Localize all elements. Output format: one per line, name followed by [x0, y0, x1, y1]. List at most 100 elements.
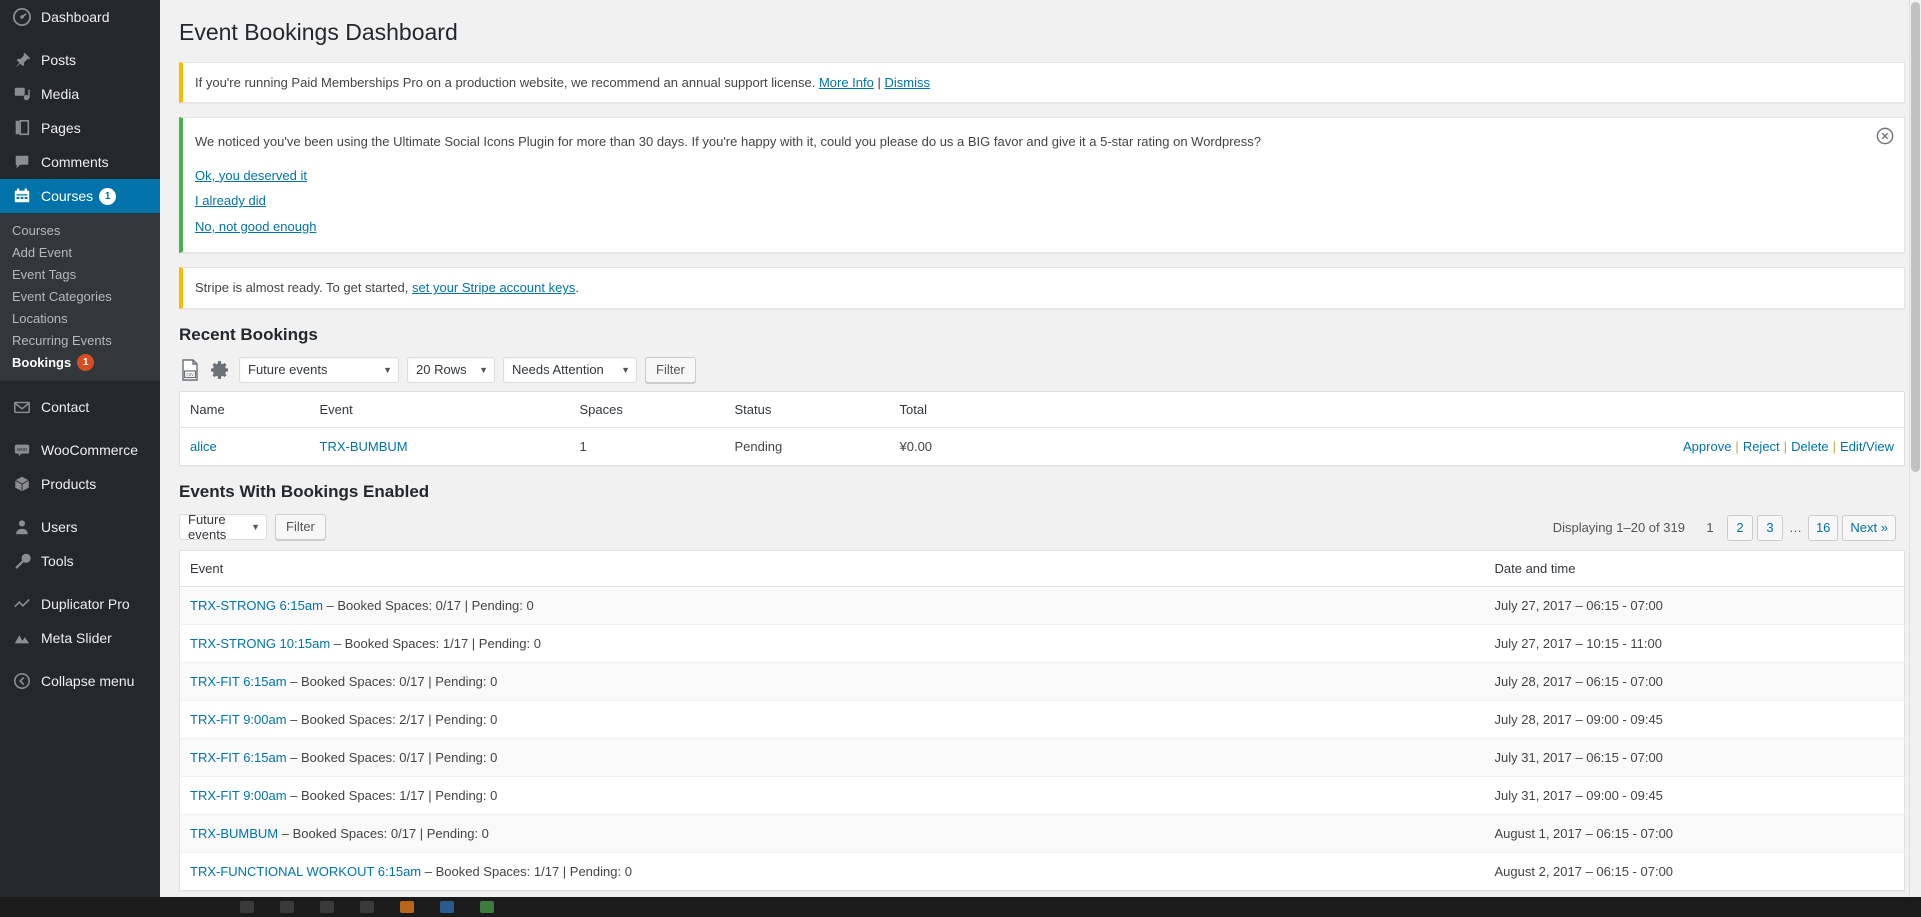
slider-icon	[12, 628, 32, 648]
select-value: Future events	[248, 362, 328, 378]
notice-text: Stripe is almost ready. To get started, …	[195, 278, 1892, 298]
submenu-item-add-event[interactable]: Add Event	[0, 241, 160, 263]
sidebar-item-users[interactable]: Users	[0, 510, 160, 544]
event-link[interactable]: TRX-BUMBUM	[190, 826, 278, 841]
approve-link[interactable]: Approve	[1683, 439, 1731, 454]
sidebar-item-posts[interactable]: Posts	[0, 43, 160, 77]
set-stripe-keys-link[interactable]: set your Stripe account keys	[412, 280, 575, 295]
sidebar-item-media[interactable]: Media	[0, 77, 160, 111]
chevron-down-icon: ▼	[479, 364, 488, 375]
event-link[interactable]: TRX-FIT 9:00am	[190, 788, 287, 803]
bookings-filter-button[interactable]: Filter	[645, 356, 696, 383]
bookings-rows-select[interactable]: 20 Rows ▼	[407, 356, 495, 383]
sidebar-item-meta-slider[interactable]: Meta Slider	[0, 621, 160, 655]
event-datetime-cell: July 31, 2017 – 09:00 - 09:45	[1484, 775, 1905, 815]
event-datetime-cell: July 28, 2017 – 09:00 - 09:45	[1484, 699, 1905, 739]
comments-icon	[12, 152, 32, 172]
edit-view-link[interactable]: Edit/View	[1840, 439, 1894, 454]
pagination-page-2[interactable]: 2	[1726, 514, 1753, 541]
submenu-item-courses[interactable]: Courses	[0, 219, 160, 241]
event-datetime-cell: August 2, 2017 – 06:15 - 07:00	[1484, 851, 1905, 891]
delete-link[interactable]: Delete	[1791, 439, 1829, 454]
sidebar-item-courses[interactable]: Courses 1	[0, 179, 160, 213]
submenu-item-locations[interactable]: Locations	[0, 307, 160, 329]
chevron-down-icon: ▼	[621, 364, 630, 375]
sidebar-item-collapse-menu[interactable]: Collapse menu	[0, 664, 160, 698]
taskbar-app-icon[interactable]	[360, 901, 374, 913]
pagination-page-3[interactable]: 3	[1756, 514, 1783, 541]
booking-event-link[interactable]: TRX-BUMBUM	[320, 439, 408, 454]
csv-icon[interactable]: csv	[179, 359, 201, 381]
sidebar-item-label: Pages	[41, 120, 81, 136]
scrollbar-thumb[interactable]	[1911, 2, 1920, 472]
event-link[interactable]: TRX-FIT 9:00am	[190, 712, 287, 727]
wrench-icon	[12, 551, 32, 571]
courses-submenu: Courses Add Event Event Tags Event Categ…	[0, 213, 160, 381]
pagination-next-button[interactable]: Next »	[1842, 514, 1896, 541]
sidebar-item-comments[interactable]: Comments	[0, 145, 160, 179]
sidebar-item-tools[interactable]: Tools	[0, 544, 160, 578]
more-info-link[interactable]: More Info	[819, 75, 874, 90]
events-filter-button[interactable]: Filter	[275, 513, 326, 540]
sidebar-item-pages[interactable]: Pages	[0, 111, 160, 145]
pagination-last-page[interactable]: 16	[1807, 514, 1839, 541]
notice-body: Stripe is almost ready. To get started,	[195, 280, 413, 296]
taskbar-app-icon[interactable]	[400, 901, 414, 913]
submenu-item-label: Courses	[12, 222, 61, 238]
taskbar-app-icon[interactable]	[280, 901, 294, 913]
table-header-row: Event Date and time	[179, 550, 1905, 587]
sidebar-item-label: Duplicator Pro	[41, 596, 130, 612]
page-scrollbar[interactable]	[1909, 0, 1921, 897]
reject-link[interactable]: Reject	[1743, 439, 1780, 454]
event-link[interactable]: TRX-STRONG 6:15am	[190, 598, 323, 613]
taskbar-app-icon[interactable]	[440, 901, 454, 913]
events-scope-select[interactable]: Future events ▼	[179, 512, 267, 542]
event-link[interactable]: TRX-FIT 6:15am	[190, 674, 287, 689]
sidebar-item-products[interactable]: Products	[0, 467, 160, 501]
i-already-did-link[interactable]: I already did	[195, 191, 1892, 211]
event-detail: – Booked Spaces: 0/17 | Pending: 0	[286, 749, 498, 765]
ok-you-deserved-it-link[interactable]: Ok, you deserved it	[195, 166, 1892, 186]
booking-name-link[interactable]: alice	[190, 439, 217, 454]
taskbar-app-icon[interactable]	[320, 901, 334, 913]
sidebar-item-dashboard[interactable]: Dashboard	[0, 0, 160, 34]
no-not-good-enough-link[interactable]: No, not good enough	[195, 217, 1892, 237]
user-icon	[12, 517, 32, 537]
close-icon[interactable]	[1876, 127, 1894, 145]
submenu-item-event-categories[interactable]: Event Categories	[0, 285, 160, 307]
submenu-item-label: Recurring Events	[12, 332, 112, 348]
bookings-scope-select[interactable]: Future events ▼	[239, 356, 399, 383]
table-row: TRX-BUMBUM – Booked Spaces: 0/17 | Pendi…	[179, 813, 1905, 853]
action-divider: |	[1735, 438, 1739, 454]
taskbar-app-icon[interactable]	[240, 901, 254, 913]
sidebar-item-contact[interactable]: Contact	[0, 390, 160, 424]
svg-text:csv: csv	[186, 372, 194, 378]
gear-icon[interactable]	[209, 359, 231, 381]
event-link[interactable]: TRX-FUNCTIONAL WORKOUT 6:15am	[190, 864, 421, 879]
bookings-status-select[interactable]: Needs Attention ▼	[503, 356, 637, 383]
event-link[interactable]: TRX-FIT 6:15am	[190, 750, 287, 765]
submenu-item-recurring-events[interactable]: Recurring Events	[0, 329, 160, 351]
action-divider: |	[1783, 438, 1788, 454]
event-detail: – Booked Spaces: 1/17 | Pending: 0	[421, 863, 632, 879]
submenu-item-event-tags[interactable]: Event Tags	[0, 263, 160, 285]
duplicator-icon	[12, 594, 32, 614]
sidebar-item-label: Media	[41, 86, 80, 102]
sidebar-item-label: Users	[41, 519, 78, 535]
sidebar-item-label: Courses	[41, 188, 94, 204]
events-toolbar: Future events ▼ Filter	[179, 512, 326, 542]
sidebar-item-duplicator-pro[interactable]: Duplicator Pro	[0, 587, 160, 621]
submenu-item-bookings[interactable]: Bookings 1	[0, 351, 160, 373]
recent-bookings-title: Recent Bookings	[179, 324, 318, 344]
notice-text: If you're running Paid Memberships Pro o…	[195, 73, 1892, 93]
column-header-event: Event	[179, 550, 1485, 587]
sidebar-item-label: Comments	[41, 154, 109, 170]
submenu-bookings-badge: 1	[77, 353, 95, 371]
dismiss-link[interactable]: Dismiss	[884, 75, 930, 90]
sidebar-item-woocommerce[interactable]: woo WooCommerce	[0, 433, 160, 467]
taskbar-app-icon[interactable]	[480, 901, 494, 913]
event-link[interactable]: TRX-STRONG 10:15am	[190, 636, 330, 651]
